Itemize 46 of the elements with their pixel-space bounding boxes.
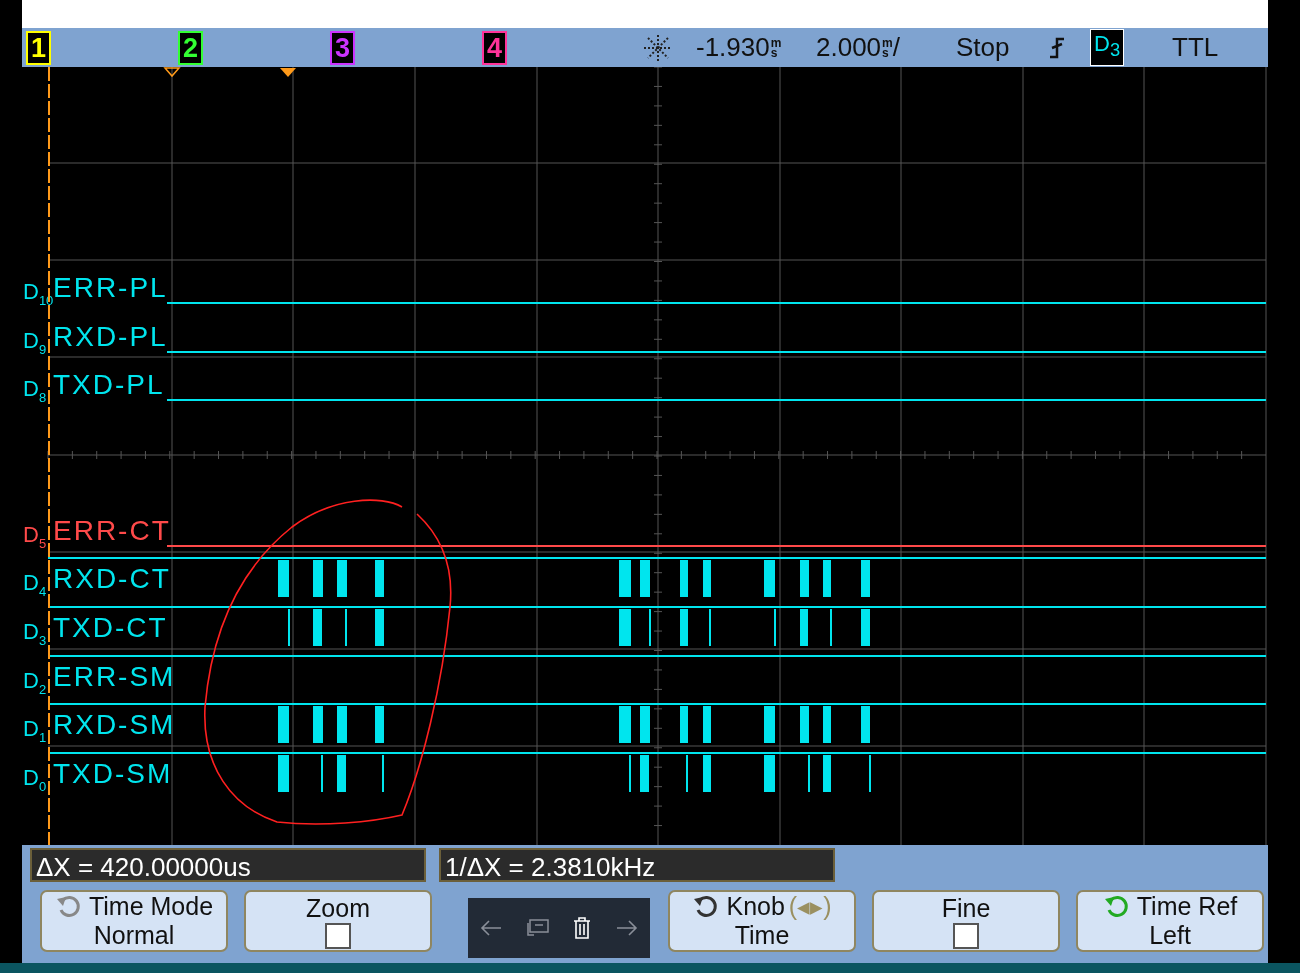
- softkey-label: Fine: [941, 893, 991, 923]
- trigger-source: D$_{3}$: [1090, 29, 1125, 66]
- channel-badge[interactable]: 1: [26, 30, 52, 65]
- channel-name: RXD-CT: [53, 563, 171, 594]
- softkey-button[interactable]: Knob (◂▸) Time: [668, 890, 856, 952]
- channel-label: D$_{8}$: [23, 376, 47, 405]
- channel-name: ERR-CT: [53, 515, 171, 546]
- softkey-button[interactable]: Time Mode Normal: [40, 890, 228, 952]
- channel-label: D$_{5}$: [23, 522, 47, 551]
- channel-badge[interactable]: 4: [482, 30, 508, 65]
- cursor-marker: [163, 67, 181, 78]
- channel-name: TXD-CT: [53, 612, 168, 643]
- softkey-label: Knob (◂▸): [692, 892, 832, 921]
- channel-label: D$_{1}$: [23, 716, 47, 745]
- arrow-right-icon[interactable]: [615, 919, 638, 937]
- channel-name: TXD-SM: [53, 758, 173, 789]
- softkey-value: Time: [734, 921, 790, 950]
- measurement-readout: 1/ΔX = 2.3810kHz: [439, 848, 835, 882]
- channel-label: D$_{9}$: [23, 328, 47, 357]
- channel-label: D$_{2}$: [23, 668, 47, 697]
- softkey-button[interactable]: Zoom: [244, 890, 432, 952]
- channel-name: ERR-PL: [53, 272, 168, 303]
- softkey-value: Left: [1149, 921, 1191, 950]
- softkey-button[interactable]: Time Ref Left: [1076, 890, 1264, 952]
- channel-label: D$_{0}$: [23, 765, 47, 794]
- threshold-label: TTL: [1172, 32, 1219, 63]
- channel-badge[interactable]: 2: [178, 30, 204, 65]
- softkey-label: Time Ref: [1102, 892, 1238, 921]
- measurement-readout: ΔX = 420.00000us: [30, 848, 426, 882]
- channel-name: RXD-SM: [53, 709, 176, 740]
- channel-name: RXD-PL: [53, 321, 168, 352]
- arrow-left-icon[interactable]: [480, 919, 503, 937]
- channel-label: D$_{3}$: [23, 619, 47, 648]
- run-status: Stop: [956, 32, 1011, 63]
- slideshow-icon[interactable]: [526, 919, 549, 937]
- softkey-value: Normal: [93, 921, 175, 950]
- checkbox[interactable]: [953, 922, 979, 949]
- trash-icon[interactable]: [573, 917, 592, 939]
- softkey-button[interactable]: Fine: [872, 890, 1060, 952]
- channel-badge[interactable]: 3: [330, 30, 356, 65]
- channel-label: D$_{4}$: [23, 570, 47, 599]
- softkey-label: Zoom: [306, 893, 370, 923]
- channel-name: ERR-SM: [53, 661, 176, 692]
- softkey-label: Time Mode: [54, 892, 214, 921]
- channel-name: TXD-PL: [53, 369, 165, 400]
- checkbox[interactable]: [325, 922, 351, 949]
